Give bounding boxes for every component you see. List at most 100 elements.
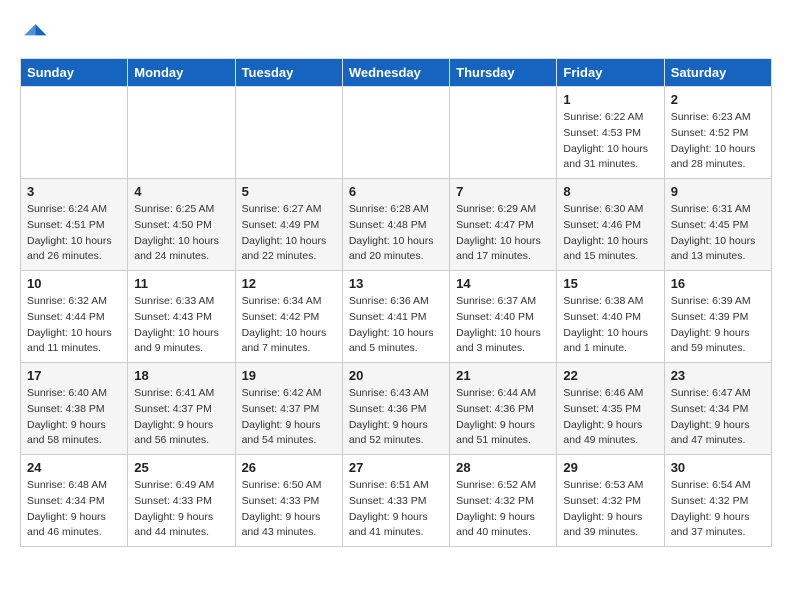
day-number: 20: [349, 368, 443, 383]
calendar-cell: 5 Sunrise: 6:27 AM Sunset: 4:49 PM Daylig…: [235, 179, 342, 271]
day-number: 30: [671, 460, 765, 475]
day-number: 25: [134, 460, 228, 475]
calendar-cell: [21, 87, 128, 179]
calendar-cell: 25Sunrise: 6:49 AM Sunset: 4:33 PM Dayli…: [128, 455, 235, 547]
calendar-cell: 20 Sunrise: 6:43 AM Sunset: 4:36 PM Dayli…: [342, 363, 449, 455]
calendar-cell: 16 Sunrise: 6:39 AM Sunset: 4:39 PM Dayli…: [664, 271, 771, 363]
calendar-week-row: 17 Sunrise: 6:40 AM Sunset: 4:38 PM Dayli…: [21, 363, 772, 455]
day-info: Sunrise: 6:53 AM Sunset: 4:32 PM Dayligh…: [563, 478, 657, 541]
day-number: 5: [242, 184, 336, 199]
calendar-cell: 9 Sunrise: 6:31 AM Sunset: 4:45 PM Daylig…: [664, 179, 771, 271]
calendar-table: SundayMondayTuesdayWednesdayThursdayFrid…: [20, 58, 772, 547]
day-number: 28: [456, 460, 550, 475]
day-info: Sunrise: 6:48 AM Sunset: 4:34 PM Dayligh…: [27, 478, 121, 541]
day-info: Sunrise: 6:39 AM Sunset: 4:39 PM Dayligh…: [671, 294, 765, 357]
logo-icon: [20, 20, 48, 48]
calendar-cell: [450, 87, 557, 179]
day-info: Sunrise: 6:42 AM Sunset: 4:37 PM Dayligh…: [242, 386, 336, 449]
calendar-cell: [235, 87, 342, 179]
calendar-cell: 24 Sunrise: 6:48 AM Sunset: 4:34 PM Dayli…: [21, 455, 128, 547]
logo: [20, 20, 52, 48]
calendar-cell: 2 Sunrise: 6:23 AM Sunset: 4:52 PM Daylig…: [664, 87, 771, 179]
calendar-cell: 4 Sunrise: 6:25 AM Sunset: 4:50 PM Daylig…: [128, 179, 235, 271]
day-number: 9: [671, 184, 765, 199]
day-number: 24: [27, 460, 121, 475]
col-header-friday: Friday: [557, 59, 664, 87]
day-number: 1: [563, 92, 657, 107]
calendar-week-row: 3 Sunrise: 6:24 AM Sunset: 4:51 PM Daylig…: [21, 179, 772, 271]
calendar-cell: 19 Sunrise: 6:42 AM Sunset: 4:37 PM Dayli…: [235, 363, 342, 455]
calendar-cell: 15 Sunrise: 6:38 AM Sunset: 4:40 PM Dayli…: [557, 271, 664, 363]
calendar-cell: 13Sunrise: 6:36 AM Sunset: 4:41 PM Dayli…: [342, 271, 449, 363]
day-info: Sunrise: 6:23 AM Sunset: 4:52 PM Dayligh…: [671, 110, 765, 173]
day-number: 12: [242, 276, 336, 291]
day-info: Sunrise: 6:51 AM Sunset: 4:33 PM Dayligh…: [349, 478, 443, 541]
calendar-cell: 1 Sunrise: 6:22 AM Sunset: 4:53 PM Daylig…: [557, 87, 664, 179]
calendar-cell: 18 Sunrise: 6:41 AM Sunset: 4:37 PM Dayli…: [128, 363, 235, 455]
day-info: Sunrise: 6:47 AM Sunset: 4:34 PM Dayligh…: [671, 386, 765, 449]
day-number: 17: [27, 368, 121, 383]
calendar-header-row: SundayMondayTuesdayWednesdayThursdayFrid…: [21, 59, 772, 87]
calendar-cell: 14 Sunrise: 6:37 AM Sunset: 4:40 PM Dayli…: [450, 271, 557, 363]
day-info: Sunrise: 6:41 AM Sunset: 4:37 PM Dayligh…: [134, 386, 228, 449]
day-number: 22: [563, 368, 657, 383]
calendar-cell: 28Sunrise: 6:52 AM Sunset: 4:32 PM Dayli…: [450, 455, 557, 547]
day-number: 3: [27, 184, 121, 199]
calendar-cell: 3 Sunrise: 6:24 AM Sunset: 4:51 PM Daylig…: [21, 179, 128, 271]
calendar-cell: 17 Sunrise: 6:40 AM Sunset: 4:38 PM Dayli…: [21, 363, 128, 455]
day-info: Sunrise: 6:25 AM Sunset: 4:50 PM Dayligh…: [134, 202, 228, 265]
day-number: 6: [349, 184, 443, 199]
day-info: Sunrise: 6:33 AM Sunset: 4:43 PM Dayligh…: [134, 294, 228, 357]
day-number: 14: [456, 276, 550, 291]
day-number: 27: [349, 460, 443, 475]
day-info: Sunrise: 6:54 AM Sunset: 4:32 PM Dayligh…: [671, 478, 765, 541]
day-info: Sunrise: 6:46 AM Sunset: 4:35 PM Dayligh…: [563, 386, 657, 449]
day-info: Sunrise: 6:44 AM Sunset: 4:36 PM Dayligh…: [456, 386, 550, 449]
day-info: Sunrise: 6:27 AM Sunset: 4:49 PM Dayligh…: [242, 202, 336, 265]
day-info: Sunrise: 6:50 AM Sunset: 4:33 PM Dayligh…: [242, 478, 336, 541]
day-info: Sunrise: 6:31 AM Sunset: 4:45 PM Dayligh…: [671, 202, 765, 265]
day-number: 18: [134, 368, 228, 383]
day-number: 16: [671, 276, 765, 291]
day-info: Sunrise: 6:34 AM Sunset: 4:42 PM Dayligh…: [242, 294, 336, 357]
calendar-cell: 8Sunrise: 6:30 AM Sunset: 4:46 PM Daylig…: [557, 179, 664, 271]
day-info: Sunrise: 6:29 AM Sunset: 4:47 PM Dayligh…: [456, 202, 550, 265]
calendar-cell: 30 Sunrise: 6:54 AM Sunset: 4:32 PM Dayli…: [664, 455, 771, 547]
day-info: Sunrise: 6:43 AM Sunset: 4:36 PM Dayligh…: [349, 386, 443, 449]
day-number: 23: [671, 368, 765, 383]
day-number: 13: [349, 276, 443, 291]
col-header-saturday: Saturday: [664, 59, 771, 87]
day-info: Sunrise: 6:24 AM Sunset: 4:51 PM Dayligh…: [27, 202, 121, 265]
day-info: Sunrise: 6:38 AM Sunset: 4:40 PM Dayligh…: [563, 294, 657, 357]
day-number: 10: [27, 276, 121, 291]
calendar-cell: 29Sunrise: 6:53 AM Sunset: 4:32 PM Dayli…: [557, 455, 664, 547]
col-header-wednesday: Wednesday: [342, 59, 449, 87]
day-info: Sunrise: 6:37 AM Sunset: 4:40 PM Dayligh…: [456, 294, 550, 357]
day-info: Sunrise: 6:28 AM Sunset: 4:48 PM Dayligh…: [349, 202, 443, 265]
day-number: 26: [242, 460, 336, 475]
day-number: 4: [134, 184, 228, 199]
calendar-cell: [128, 87, 235, 179]
calendar-cell: 11 Sunrise: 6:33 AM Sunset: 4:43 PM Dayli…: [128, 271, 235, 363]
day-number: 15: [563, 276, 657, 291]
calendar-cell: 6 Sunrise: 6:28 AM Sunset: 4:48 PM Daylig…: [342, 179, 449, 271]
calendar-cell: [342, 87, 449, 179]
day-number: 2: [671, 92, 765, 107]
page-header: [20, 20, 772, 48]
col-header-thursday: Thursday: [450, 59, 557, 87]
col-header-tuesday: Tuesday: [235, 59, 342, 87]
calendar-week-row: 24 Sunrise: 6:48 AM Sunset: 4:34 PM Dayli…: [21, 455, 772, 547]
day-number: 7: [456, 184, 550, 199]
day-info: Sunrise: 6:32 AM Sunset: 4:44 PM Dayligh…: [27, 294, 121, 357]
day-number: 19: [242, 368, 336, 383]
day-number: 11: [134, 276, 228, 291]
calendar-cell: 10 Sunrise: 6:32 AM Sunset: 4:44 PM Dayli…: [21, 271, 128, 363]
calendar-week-row: 1 Sunrise: 6:22 AM Sunset: 4:53 PM Daylig…: [21, 87, 772, 179]
day-info: Sunrise: 6:22 AM Sunset: 4:53 PM Dayligh…: [563, 110, 657, 173]
day-info: Sunrise: 6:40 AM Sunset: 4:38 PM Dayligh…: [27, 386, 121, 449]
col-header-monday: Monday: [128, 59, 235, 87]
calendar-cell: 27 Sunrise: 6:51 AM Sunset: 4:33 PM Dayli…: [342, 455, 449, 547]
day-number: 21: [456, 368, 550, 383]
calendar-week-row: 10 Sunrise: 6:32 AM Sunset: 4:44 PM Dayli…: [21, 271, 772, 363]
col-header-sunday: Sunday: [21, 59, 128, 87]
